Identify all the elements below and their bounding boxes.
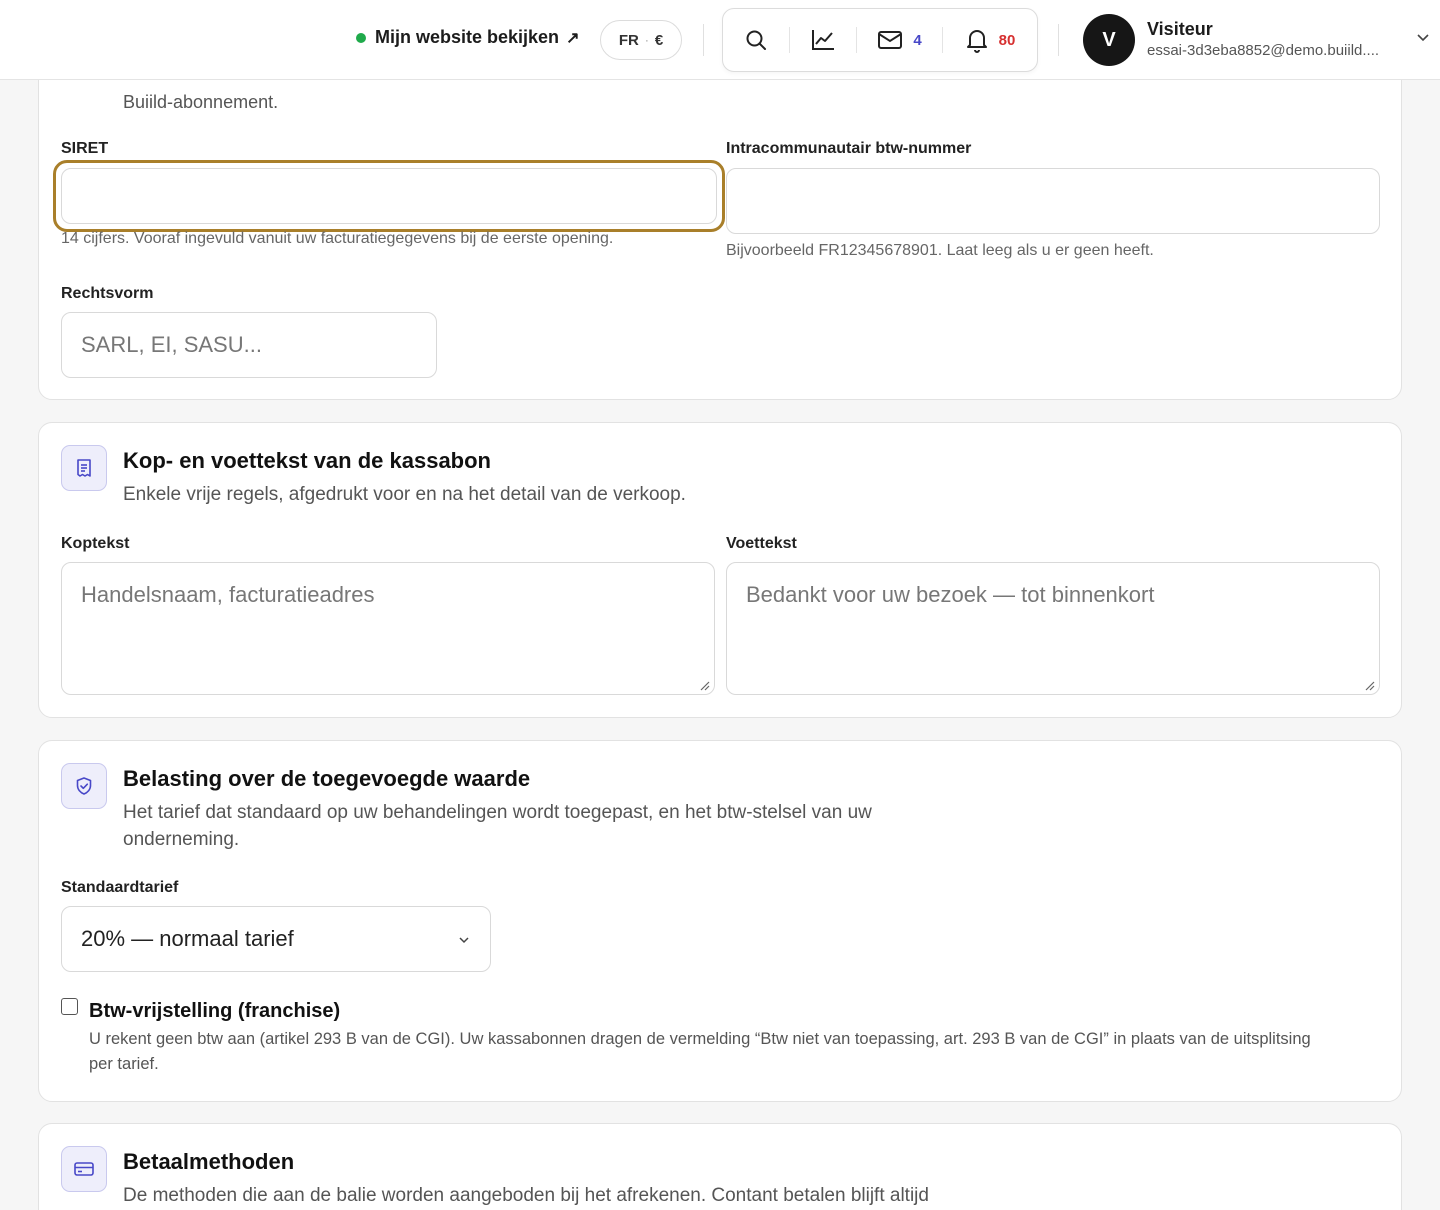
bell-icon bbox=[966, 30, 987, 53]
chevron-down-icon[interactable] bbox=[1416, 30, 1430, 44]
siret-label: SIRET bbox=[61, 140, 109, 157]
shield-check-icon bbox=[76, 777, 92, 795]
default-rate-label: Standaardtarief bbox=[61, 879, 179, 896]
footer-text-placeholder: Bedankt voor uw bezoek — tot binnenkort bbox=[746, 582, 1155, 607]
footer-text-textarea[interactable]: Bedankt voor uw bezoek — tot binnenkort bbox=[726, 562, 1380, 695]
chart-line-icon bbox=[812, 30, 834, 50]
resize-handle-icon[interactable] bbox=[1364, 680, 1375, 691]
siret-help: 14 cijfers. Vooraf ingevuld vanuit uw fa… bbox=[61, 230, 614, 247]
vat-number-label: Intracommunautair btw-nummer bbox=[726, 140, 972, 157]
vat-section-description-line2: onderneming. bbox=[123, 829, 240, 850]
previous-help-text: Buiild-abonnement. bbox=[123, 92, 279, 112]
payment-section-icon bbox=[61, 1146, 107, 1192]
user-email: essai-3d3eba8852@demo.buiild.... bbox=[1147, 42, 1380, 59]
vat-section-description-line1: Het tarief dat standaard op uw behandeli… bbox=[123, 802, 872, 823]
language-currency-switcher[interactable]: FR · € bbox=[600, 20, 682, 60]
receipt-text-card: Kop- en voettekst van de kassabon Enkele… bbox=[38, 422, 1402, 718]
siret-input[interactable] bbox=[61, 168, 717, 224]
header-text-textarea[interactable]: Handelsnaam, facturatieadres bbox=[61, 562, 715, 695]
receipt-icon bbox=[77, 459, 91, 477]
currency-symbol: € bbox=[654, 31, 664, 49]
user-name[interactable]: Visiteur bbox=[1147, 19, 1213, 40]
payment-section-title: Betaalmethoden bbox=[123, 1149, 295, 1174]
vat-section-title: Belasting over de toegevoegde waarde bbox=[123, 766, 531, 791]
vat-number-input[interactable] bbox=[726, 168, 1380, 234]
search-icon bbox=[746, 30, 766, 50]
notification-count-badge: 80 bbox=[998, 31, 1016, 49]
view-website-link[interactable]: Mijn website bekijken ↗ bbox=[356, 27, 579, 48]
search-button[interactable] bbox=[723, 9, 789, 71]
avatar[interactable]: V bbox=[1083, 14, 1135, 66]
receipt-section-description: Enkele vrije regels, afgedrukt voor en n… bbox=[123, 484, 686, 505]
resize-handle-icon[interactable] bbox=[699, 680, 710, 691]
footer-text-label: Voettekst bbox=[726, 535, 797, 552]
receipt-section-icon bbox=[61, 445, 107, 491]
language-code: FR bbox=[618, 31, 639, 49]
divider bbox=[1058, 24, 1059, 56]
external-link-icon: ↗ bbox=[566, 29, 580, 47]
toolbar-icon-group: 4 80 bbox=[722, 8, 1038, 72]
vat-exemption-help-line2: per tarief. bbox=[89, 1055, 159, 1073]
credit-card-icon bbox=[74, 1162, 94, 1176]
vat-exemption-label[interactable]: Btw-vrijstelling (franchise) bbox=[89, 1000, 340, 1023]
online-status-dot bbox=[356, 32, 366, 43]
statistics-button[interactable] bbox=[790, 9, 856, 71]
receipt-section-title: Kop- en voettekst van de kassabon bbox=[123, 448, 491, 473]
separator-dot: · bbox=[644, 33, 649, 47]
vat-number-help: Bijvoorbeeld FR12345678901. Laat leeg al… bbox=[726, 242, 1154, 259]
vat-exemption-checkbox[interactable] bbox=[61, 998, 78, 1015]
default-rate-select[interactable]: 20% — normaal tarief bbox=[61, 906, 491, 972]
mail-count-badge: 4 bbox=[913, 31, 922, 49]
vat-exemption-help-line1: U rekent geen btw aan (artikel 293 B van… bbox=[89, 1030, 1311, 1048]
default-rate-selected-value: 20% — normaal tarief bbox=[81, 926, 294, 951]
header-text-placeholder: Handelsnaam, facturatieadres bbox=[81, 582, 375, 607]
vat-card: Belasting over de toegevoegde waarde Het… bbox=[38, 740, 1402, 1102]
company-details-card: Buiild-abonnement. SIRET 14 cijfers. Voo… bbox=[38, 40, 1402, 400]
legal-form-label: Rechtsvorm bbox=[61, 285, 154, 302]
header-text-label: Koptekst bbox=[61, 535, 130, 552]
view-website-label: Mijn website bekijken bbox=[375, 27, 560, 47]
chevron-down-icon bbox=[459, 937, 469, 944]
notifications-button[interactable]: 80 bbox=[943, 9, 1037, 71]
legal-form-input[interactable]: SARL, EI, SASU... bbox=[61, 312, 437, 378]
vat-section-icon bbox=[61, 763, 107, 809]
mail-icon bbox=[878, 31, 903, 49]
top-bar: Mijn website bekijken ↗ FR · € 4 80 V Vi… bbox=[0, 0, 1440, 80]
divider bbox=[703, 24, 704, 56]
payment-section-description: De methoden die aan de balie worden aang… bbox=[123, 1185, 929, 1206]
payment-methods-card: Betaalmethoden De methoden die aan de ba… bbox=[38, 1123, 1402, 1210]
messages-button[interactable]: 4 bbox=[857, 9, 942, 71]
